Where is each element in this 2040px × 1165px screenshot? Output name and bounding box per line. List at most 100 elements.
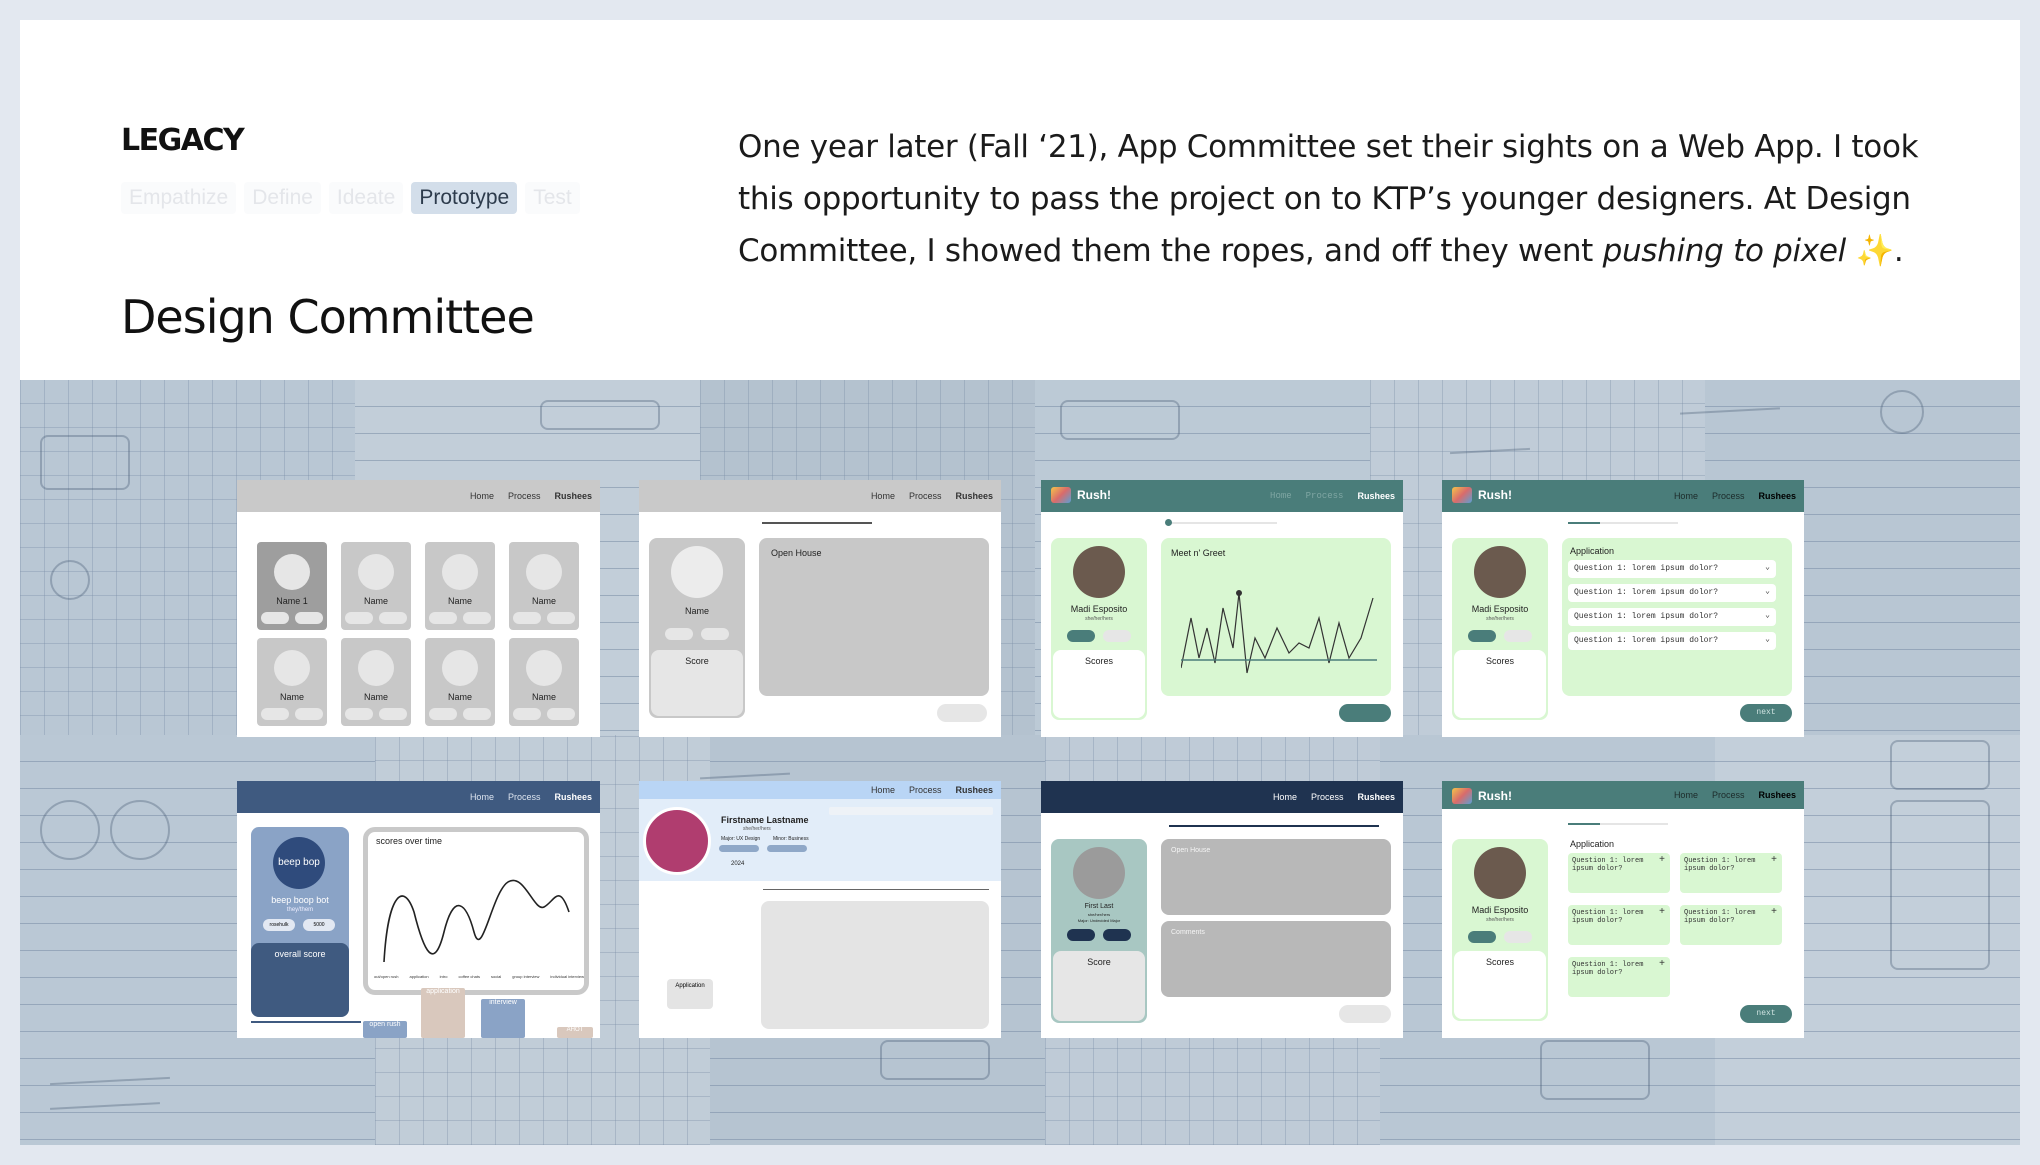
application-panel: Application Question 1: lorem ipsum dolo… — [1562, 538, 1792, 696]
nav-home[interactable]: Home — [470, 792, 494, 802]
sketch-doodle — [1880, 390, 1924, 434]
avatar — [358, 650, 394, 686]
rushee-card[interactable]: Name — [509, 542, 579, 630]
plus-icon: + — [1658, 907, 1665, 918]
nav-process[interactable]: Process — [508, 491, 541, 501]
tag-pill — [719, 845, 759, 852]
progress-track — [1169, 825, 1379, 827]
nav-rushees[interactable]: Rushees — [1357, 792, 1395, 802]
stage-ahot[interactable]: AHOT — [557, 1027, 593, 1038]
progress-track — [763, 889, 989, 890]
rushee-card[interactable]: Name — [509, 638, 579, 726]
nav-home[interactable]: Home — [871, 491, 895, 501]
nav-rushees[interactable]: Rushees — [1758, 790, 1796, 800]
nav-process[interactable]: Process — [1306, 491, 1344, 501]
next-button[interactable]: next — [1740, 704, 1792, 722]
rushee-card[interactable]: Name — [425, 542, 495, 630]
score-line-chart — [1181, 590, 1377, 674]
next-button[interactable] — [1339, 1005, 1391, 1023]
nav-rushees[interactable]: Rushees — [554, 792, 592, 802]
top-nav: Home Process Rushees — [1041, 781, 1403, 813]
top-nav: Rush! Home Process Rushees — [1442, 480, 1804, 512]
question-dropdown[interactable]: Question 1: lorem ipsum dolor? ⌄ — [1568, 608, 1776, 626]
divider — [251, 1021, 361, 1023]
brand-name: Rush! — [1077, 488, 1111, 502]
application-button[interactable]: Application — [667, 979, 713, 1009]
diamond-logo-icon — [1452, 487, 1472, 503]
nav-rushees[interactable]: Rushees — [955, 491, 993, 501]
next-button[interactable]: next — [1740, 1005, 1792, 1023]
nav-rushees[interactable]: Rushees — [955, 785, 993, 795]
nav-process[interactable]: Process — [1311, 792, 1344, 802]
stage-application[interactable]: application — [421, 988, 465, 1038]
stage-interview[interactable]: interview — [481, 999, 525, 1038]
rushee-name: Name — [531, 692, 556, 702]
search-bar[interactable] — [829, 807, 993, 815]
chevron-down-icon: ⌄ — [1765, 563, 1770, 572]
next-button[interactable] — [937, 704, 987, 722]
question-card[interactable]: Question 1: lorem ipsum dolor? + — [1680, 853, 1782, 893]
tag-pill — [429, 708, 457, 720]
progress-step — [1165, 519, 1172, 526]
progress-track — [762, 522, 872, 524]
nav-home[interactable]: Home — [871, 785, 895, 795]
nav-home[interactable]: Home — [1674, 491, 1698, 501]
mockup-navy-profile: Home Process Rushees First Last she/her/… — [1041, 781, 1403, 1038]
top-nav: Rush! Home Process Rushees — [1442, 781, 1804, 809]
profile-pronouns: she/her/hers — [1486, 917, 1514, 923]
question-text: Question 1: lorem ipsum dolor? — [1684, 857, 1756, 873]
question-dropdown[interactable]: Question 1: lorem ipsum dolor? ⌄ — [1568, 560, 1776, 578]
profile-sidebar: Madi Esposito she/her/hers Scores — [1051, 538, 1147, 720]
progress-fill — [1568, 522, 1600, 524]
rushee-card[interactable]: Name — [425, 638, 495, 726]
highlight-point — [1236, 590, 1242, 596]
nav-home[interactable]: Home — [1270, 491, 1292, 501]
nav-home[interactable]: Home — [470, 491, 494, 501]
rushee-card[interactable]: Name 1 — [257, 542, 327, 630]
question-text: Question 1: lorem ipsum dolor? — [1572, 909, 1644, 925]
question-card[interactable]: Question 1: lorem ipsum dolor? + — [1568, 853, 1670, 893]
rushee-card[interactable]: Name — [341, 638, 411, 726]
nav-process[interactable]: Process — [909, 785, 942, 795]
question-dropdown[interactable]: Question 1: lorem ipsum dolor? ⌄ — [1568, 584, 1776, 602]
sketch-doodle — [1540, 1040, 1650, 1100]
question-card[interactable]: Question 1: lorem ipsum dolor? + — [1568, 957, 1670, 997]
panel-title: Open House — [771, 548, 822, 558]
question-text: Question 1: lorem ipsum dolor? — [1574, 588, 1719, 597]
question-dropdown[interactable]: Question 1: lorem ipsum dolor? ⌄ — [1568, 632, 1776, 650]
nav-rushees[interactable]: Rushees — [554, 491, 592, 501]
tag-pill — [665, 628, 693, 640]
tick-label: social — [491, 974, 502, 979]
stage-open-rush[interactable]: open rush — [363, 1021, 407, 1038]
rushee-card[interactable]: Name — [257, 638, 327, 726]
score-card: Scores — [1053, 650, 1145, 718]
tick-label: individual interview — [550, 974, 584, 979]
question-card[interactable]: Question 1: lorem ipsum dolor? + — [1680, 905, 1782, 945]
nav-process[interactable]: Process — [1712, 491, 1745, 501]
sketch-doodle — [40, 800, 100, 860]
open-house-panel: Open House — [759, 538, 989, 696]
nav-home[interactable]: Home — [1273, 792, 1297, 802]
question-text: Question 1: lorem ipsum dolor? — [1574, 636, 1719, 645]
nav-rushees[interactable]: Rushees — [1758, 491, 1796, 501]
brand: Rush! — [1452, 487, 1512, 503]
next-button[interactable] — [1339, 704, 1391, 722]
top-nav: Rush! Home Process Rushees — [1041, 480, 1403, 512]
tick-label: application — [409, 974, 429, 979]
step-test: Test — [525, 182, 580, 214]
plus-icon: + — [1658, 855, 1665, 866]
panel-title: Application — [1570, 546, 1615, 556]
sketch-doodle — [540, 400, 660, 430]
question-card[interactable]: Question 1: lorem ipsum dolor? + — [1568, 905, 1670, 945]
nav-process[interactable]: Process — [1712, 790, 1745, 800]
sketch-doodle — [1890, 800, 1990, 970]
nav-home[interactable]: Home — [1674, 790, 1698, 800]
sketch-doodle — [1060, 400, 1180, 440]
nav-rushees[interactable]: Rushees — [1357, 491, 1395, 501]
score-label: Score — [685, 656, 709, 666]
rushee-name: Name 1 — [276, 596, 308, 606]
nav-process[interactable]: Process — [909, 491, 942, 501]
nav-process[interactable]: Process — [508, 792, 541, 802]
avatar — [1474, 546, 1526, 598]
rushee-card[interactable]: Name — [341, 542, 411, 630]
